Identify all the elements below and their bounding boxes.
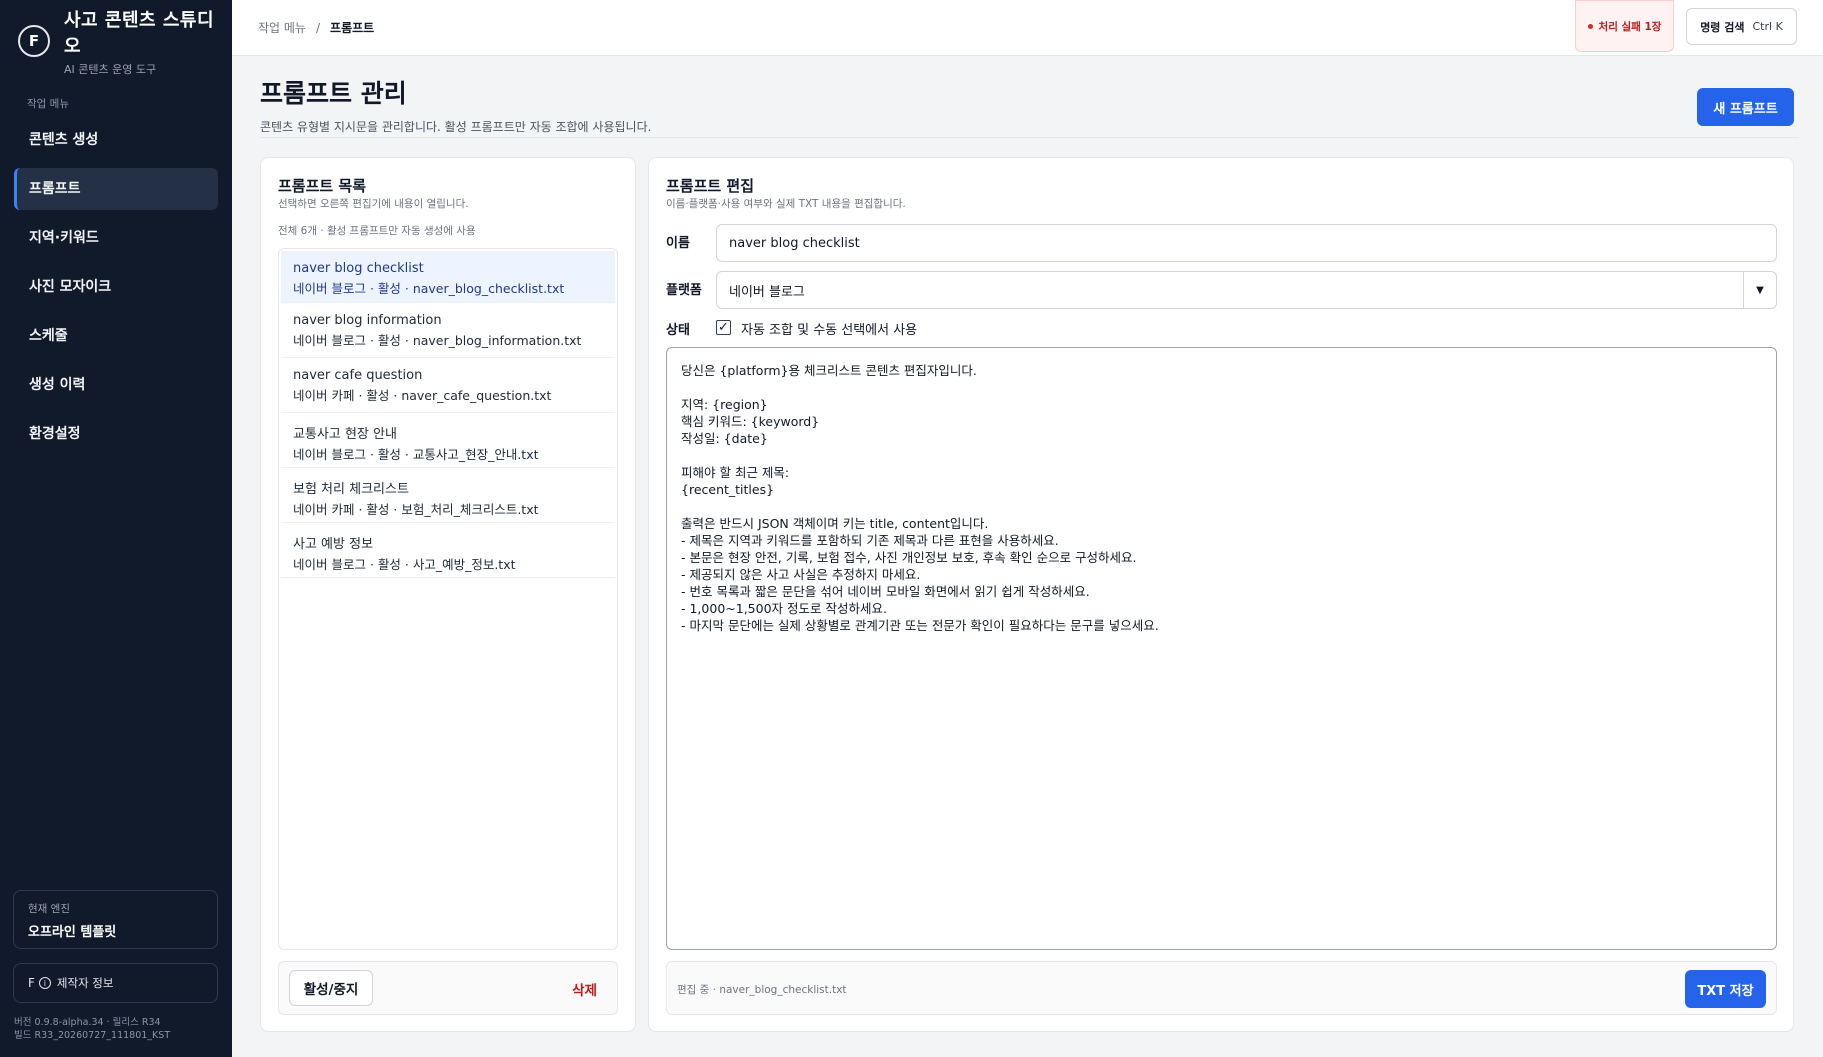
platform-label: 플랫폼	[666, 283, 702, 298]
topbar: 작업 메뉴 / 프롬프트 처리 실패 1장 명령 검색 Ctrl K	[232, 0, 1823, 56]
list-item-name: 교통사고 현장 안내	[293, 427, 397, 442]
build-line: 빌드 R33_20260727_111801_KST	[14, 1030, 171, 1041]
toggle-active-button[interactable]: 활성/중지	[289, 970, 373, 1006]
chevron-down-icon[interactable]: ▼	[1743, 272, 1776, 308]
sidebar-item-region-keyword[interactable]: 지역·키워드	[14, 217, 218, 259]
list-item-name: naver cafe question	[293, 368, 423, 383]
list-item[interactable]: 사고 예방 정보 네이버 블로그 · 활성 · 사고_예방_정보.txt	[281, 523, 615, 578]
brand-mini-icon: F	[28, 976, 35, 990]
delete-button[interactable]: 삭제	[572, 979, 597, 999]
list-panel-subtitle: 선택하면 오른쪽 편집기에 내용이 열립니다.	[278, 198, 469, 210]
name-label: 이름	[666, 236, 690, 251]
breadcrumb-separator: /	[315, 21, 321, 35]
prompt-edit-panel: 프롬프트 편집 이름·플랫폼·사용 여부와 실제 TXT 내용을 편집합니다. …	[648, 157, 1794, 1032]
command-shortcut: Ctrl K	[1752, 20, 1783, 33]
list-item-meta: 네이버 블로그 · 활성 · 사고_예방_정보.txt	[293, 557, 516, 572]
list-item[interactable]: naver blog information 네이버 블로그 · 활성 · na…	[281, 303, 615, 358]
sidebar-item-settings[interactable]: 환경설정	[14, 413, 218, 455]
app-root: F 사고 콘텐츠 스튜디오 AI 콘텐츠 운영 도구 작업 메뉴 콘텐츠 생성 …	[0, 0, 1823, 1057]
engine-value: 오프라인 템플릿	[28, 925, 117, 940]
nav-section-label: 작업 메뉴	[27, 98, 69, 110]
list-item[interactable]: 보험 처리 체크리스트 네이버 카페 · 활성 · 보험_처리_체크리스트.tx…	[281, 468, 615, 523]
list-panel-title: 프롬프트 목록	[278, 177, 367, 195]
platform-select[interactable]: 네이버 블로그 ▼	[716, 271, 1777, 309]
command-search-button[interactable]: 명령 검색 Ctrl K	[1686, 8, 1797, 45]
list-item-meta: 네이버 카페 · 활성 · naver_cafe_question.txt	[293, 388, 552, 403]
sidebar-item-prompt[interactable]: 프롬프트	[14, 168, 218, 210]
failure-badge[interactable]: 처리 실패 1장	[1575, 0, 1674, 52]
list-item-name: 보험 처리 체크리스트	[293, 482, 409, 497]
credit-label: 제작자 정보	[56, 976, 114, 990]
sidebar-item-photo-mosaic[interactable]: 사진 모자이크	[14, 266, 218, 308]
sidebar-item-content-create[interactable]: 콘텐츠 생성	[14, 119, 218, 161]
status-label: 상태	[666, 323, 690, 338]
list-footer: 활성/중지 삭제	[278, 961, 618, 1015]
credit-button[interactable]: F i 제작자 정보	[13, 963, 218, 1003]
error-dot-icon	[1587, 23, 1593, 29]
list-item-meta: 네이버 블로그 · 활성 · naver_blog_information.tx…	[293, 333, 582, 348]
brand-text: 사고 콘텐츠 스튜디오 AI 콘텐츠 운영 도구	[64, 6, 216, 77]
platform-select-value: 네이버 블로그	[729, 284, 805, 300]
status-checkbox[interactable]: ✓	[716, 320, 731, 335]
list-item-name: 사고 예방 정보	[293, 537, 374, 552]
edit-panel-subtitle: 이름·플랫폼·사용 여부와 실제 TXT 내용을 편집합니다.	[666, 198, 906, 210]
command-search-label: 명령 검색	[1700, 20, 1745, 34]
page-title: 프롬프트 관리	[260, 79, 407, 108]
list-item[interactable]: 교통사고 현장 안내 네이버 블로그 · 활성 · 교통사고_현장_안내.txt	[281, 413, 615, 468]
sidebar-item-schedule[interactable]: 스케줄	[14, 315, 218, 357]
page-header: 프롬프트 관리 콘텐츠 유형별 지시문을 관리합니다. 활성 프롬프트만 자동 …	[260, 74, 651, 135]
sidebar-nav: 콘텐츠 생성 프롬프트 지역·키워드 사진 모자이크 스케줄 생성 이력 환경설…	[0, 119, 232, 455]
version-line: 버전 0.9.8-alpha.34 · 릴리스 R34	[14, 1017, 161, 1028]
failure-badge-label: 처리 실패 1장	[1598, 20, 1662, 33]
breadcrumb: 작업 메뉴 / 프롬프트	[258, 19, 374, 36]
edit-footer: 편집 중 · naver_blog_checklist.txt TXT 저장	[666, 961, 1777, 1015]
list-panel-count: 전체 6개 · 활성 프롬프트만 자동 생성에 사용	[278, 225, 476, 237]
list-item-name: naver blog information	[293, 313, 442, 328]
sidebar: F 사고 콘텐츠 스튜디오 AI 콘텐츠 운영 도구 작업 메뉴 콘텐츠 생성 …	[0, 0, 232, 1057]
breadcrumb-current: 프롬프트	[330, 21, 375, 35]
main: 작업 메뉴 / 프롬프트 처리 실패 1장 명령 검색 Ctrl K 프롬프트 관리…	[232, 0, 1823, 1057]
list-item[interactable]: naver blog checklist 네이버 블로그 · 활성 · nave…	[281, 251, 615, 303]
brand[interactable]: F 사고 콘텐츠 스튜디오 AI 콘텐츠 운영 도구	[0, 0, 232, 76]
sidebar-item-history[interactable]: 생성 이력	[14, 364, 218, 406]
prompt-list: naver blog checklist 네이버 블로그 · 활성 · nave…	[278, 248, 618, 950]
engine-box: 현재 엔진 오프라인 템플릿	[13, 890, 218, 949]
info-icon: i	[38, 977, 51, 989]
page-description: 콘텐츠 유형별 지시문을 관리합니다. 활성 프롬프트만 자동 조합에 사용됩니…	[260, 120, 652, 134]
prompt-list-panel: 프롬프트 목록 선택하면 오른쪽 편집기에 내용이 열립니다. 전체 6개 · …	[260, 157, 636, 1032]
header-divider	[260, 137, 1799, 138]
brand-title: 사고 콘텐츠 스튜디오	[64, 9, 215, 57]
new-prompt-button[interactable]: 새 프롬프트	[1697, 88, 1794, 126]
brand-logo-icon: F	[18, 25, 50, 57]
list-item-name: naver blog checklist	[293, 261, 424, 276]
list-item-meta: 네이버 카페 · 활성 · 보험_처리_체크리스트.txt	[293, 502, 539, 517]
edit-panel-title: 프롬프트 편집	[666, 177, 755, 195]
list-item[interactable]: naver cafe question 네이버 카페 · 활성 · naver_…	[281, 358, 615, 413]
breadcrumb-root[interactable]: 작업 메뉴	[258, 21, 306, 35]
editing-status: 편집 중 · naver_blog_checklist.txt	[677, 984, 847, 996]
save-txt-button[interactable]: TXT 저장	[1685, 970, 1766, 1008]
list-item-meta: 네이버 블로그 · 활성 · 교통사고_현장_안내.txt	[293, 447, 539, 462]
prompt-content-editor[interactable]: 당신은 {platform}용 체크리스트 콘텐츠 편집자입니다. 지역: {r…	[666, 347, 1777, 950]
status-checkbox-label[interactable]: 자동 조합 및 수동 선택에서 사용	[741, 319, 917, 338]
version-info: 버전 0.9.8-alpha.34 · 릴리스 R34 빌드 R33_20260…	[14, 1016, 170, 1042]
list-item-meta: 네이버 블로그 · 활성 · naver_blog_checklist.txt	[293, 281, 565, 296]
brand-subtitle: AI 콘텐츠 운영 도구	[64, 62, 157, 76]
name-input[interactable]: naver blog checklist	[716, 224, 1777, 262]
engine-label: 현재 엔진	[28, 903, 70, 915]
